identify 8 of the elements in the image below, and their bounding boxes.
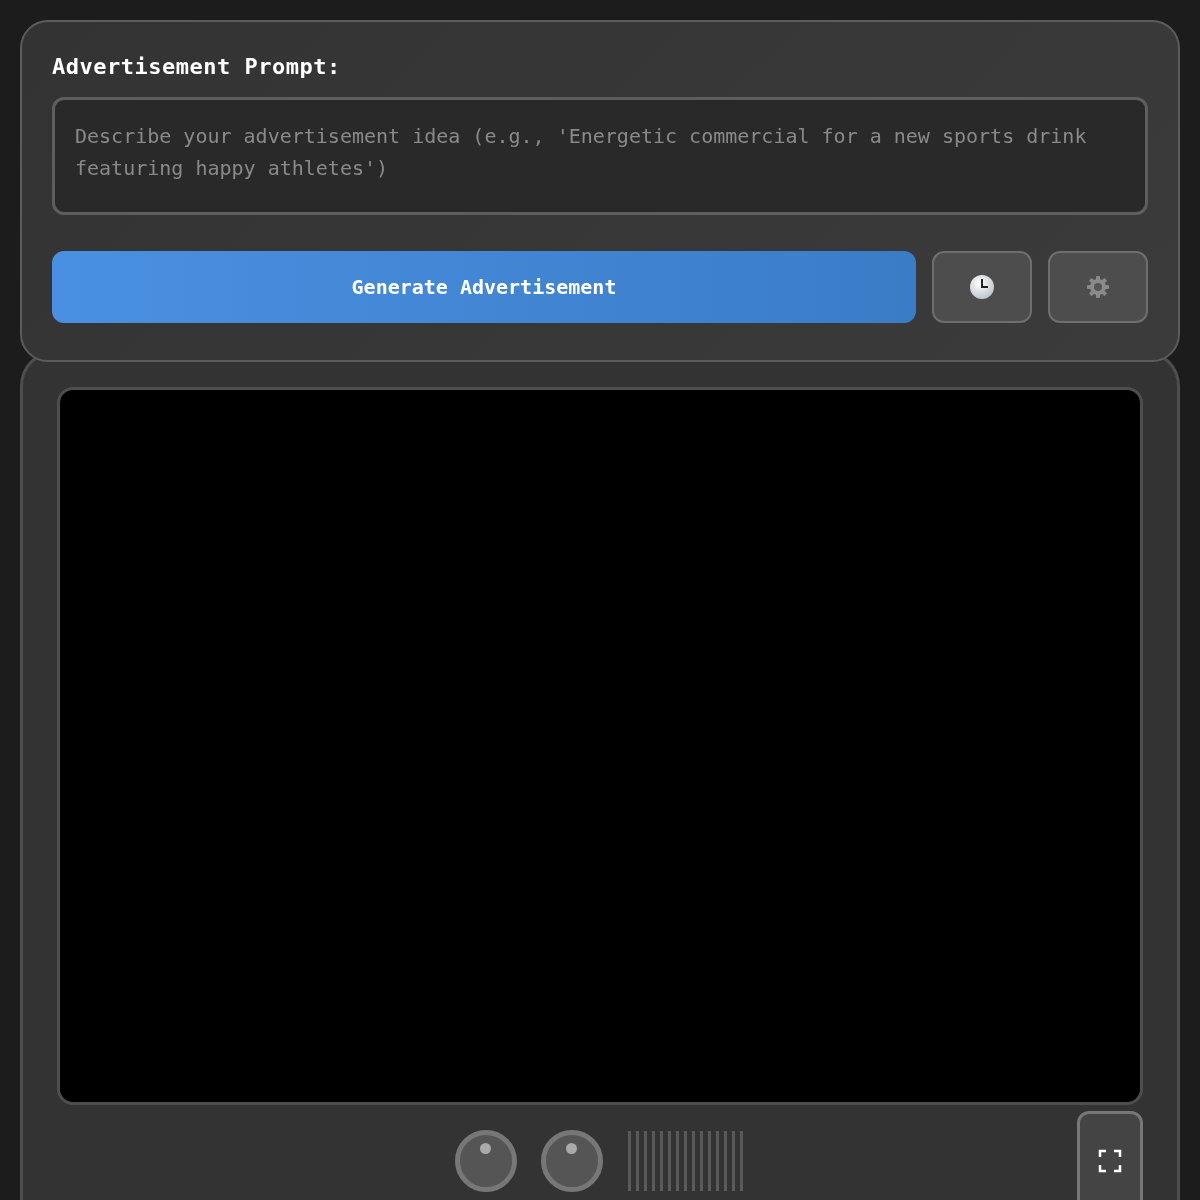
settings-button[interactable] bbox=[1048, 251, 1148, 323]
fullscreen-icon bbox=[1098, 1149, 1122, 1173]
prompt-label: Advertisement Prompt: bbox=[52, 54, 342, 79]
generate-button[interactable]: Generate Advertisement bbox=[52, 251, 916, 323]
clock-icon bbox=[969, 274, 995, 300]
history-button[interactable] bbox=[932, 251, 1032, 323]
speaker-grille-icon bbox=[627, 1131, 745, 1191]
prompt-field[interactable]: Describe your advertisement idea (e.g., 'Energetic commercial for a new sports drink featuring happy athletes') bbox=[52, 97, 1148, 215]
